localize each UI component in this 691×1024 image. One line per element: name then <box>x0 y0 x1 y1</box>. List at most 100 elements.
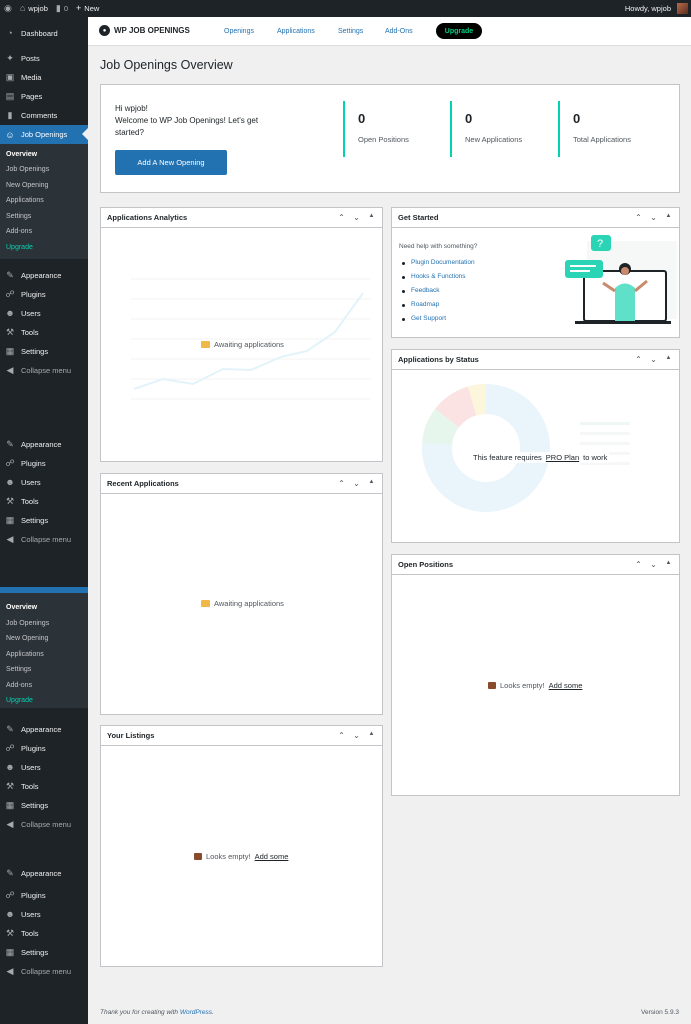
wrench-icon: ⚒ <box>5 781 15 791</box>
pro-plan-link[interactable]: PRO Plan <box>546 453 579 462</box>
panel-title: Get Started <box>398 213 439 222</box>
toggle-panel-icon[interactable]: ▲ <box>367 731 376 740</box>
menu-tools[interactable]: ⚒ Tools <box>0 924 88 942</box>
wp-logo-menu[interactable]: ◉ <box>0 0 16 17</box>
chevron-up-icon[interactable]: ⌃ <box>634 560 643 569</box>
add-some-link[interactable]: Add some <box>255 852 289 861</box>
menu-appearance[interactable]: ✎ Appearance <box>0 266 88 284</box>
menu-label: Dashboard <box>21 28 58 38</box>
new-content-menu[interactable]: + New <box>72 0 103 17</box>
site-name-menu[interactable]: ⌂ wpjob <box>16 0 52 17</box>
chevron-up-icon[interactable]: ⌃ <box>634 213 643 222</box>
nav-openings[interactable]: Openings <box>224 28 254 35</box>
notice-text: This feature requires <box>473 453 542 462</box>
toggle-panel-icon[interactable]: ▲ <box>664 560 673 569</box>
menu-plugins[interactable]: ☍ Plugins <box>0 886 88 904</box>
toggle-panel-icon[interactable]: ▲ <box>367 213 376 222</box>
chevron-down-icon[interactable]: ⌄ <box>352 479 361 488</box>
submenu-add-ons[interactable]: Add-ons <box>6 228 32 235</box>
nav-settings[interactable]: Settings <box>338 28 363 35</box>
menu-dashboard[interactable]: ◔ Dashboard <box>0 24 88 42</box>
submenu-upgrade[interactable]: Upgrade <box>6 697 33 704</box>
menu-users[interactable]: ☻ Users <box>0 304 88 322</box>
menu-tools[interactable]: ⚒ Tools <box>0 492 88 510</box>
chevron-down-icon[interactable]: ⌄ <box>649 355 658 364</box>
link-hooks-functions[interactable]: Hooks & Functions <box>402 273 475 280</box>
wrench-icon: ⚒ <box>5 496 15 506</box>
chevron-up-icon[interactable]: ⌃ <box>337 731 346 740</box>
menu-plugins[interactable]: ☍ Plugins <box>0 454 88 472</box>
job-openings-icon: ☺ <box>5 129 15 140</box>
menu-tools[interactable]: ⚒ Tools <box>0 323 88 341</box>
collapse-menu[interactable]: ◀ Collapse menu <box>0 962 88 980</box>
chevron-up-icon[interactable]: ⌃ <box>337 479 346 488</box>
menu-label: Pages <box>21 91 43 101</box>
menu-settings[interactable]: ▦ Settings <box>0 796 88 814</box>
add-new-opening-button[interactable]: Add A New Opening <box>115 150 227 175</box>
menu-label: Users <box>21 909 41 919</box>
upgrade-button[interactable]: Upgrade <box>436 23 482 39</box>
menu-users[interactable]: ☻ Users <box>0 905 88 923</box>
chevron-up-icon[interactable]: ⌃ <box>337 213 346 222</box>
toggle-panel-icon[interactable]: ▲ <box>664 355 673 364</box>
submenu-add-ons[interactable]: Add-ons <box>6 682 32 689</box>
menu-plugins[interactable]: ☍ Plugins <box>0 285 88 303</box>
collapse-menu[interactable]: ◀ Collapse menu <box>0 361 88 379</box>
menu-label: Settings <box>21 515 49 525</box>
link-get-support[interactable]: Get Support <box>402 315 475 322</box>
menu-appearance[interactable]: ✎ Appearance <box>0 720 88 738</box>
menu-label: Users <box>21 762 41 772</box>
menu-appearance[interactable]: ✎ Appearance <box>0 435 88 453</box>
menu-settings[interactable]: ▦ Settings <box>0 511 88 529</box>
avatar <box>677 3 688 14</box>
account-menu[interactable]: Howdy, wpjob <box>621 0 691 17</box>
submenu-new-opening[interactable]: New Opening <box>6 635 48 642</box>
toggle-panel-icon[interactable]: ▲ <box>367 479 376 488</box>
menu-settings[interactable]: ▦ Settings <box>0 342 88 360</box>
chevron-down-icon[interactable]: ⌄ <box>352 731 361 740</box>
welcome-text: Hi wpjob! Welcome to WP Job Openings! Le… <box>115 103 285 139</box>
stat-value: 0 <box>358 111 366 126</box>
menu-plugins[interactable]: ☍ Plugins <box>0 739 88 757</box>
submenu-settings[interactable]: Settings <box>6 213 31 220</box>
comments-menu[interactable]: ▮ 0 <box>52 0 72 17</box>
submenu-upgrade[interactable]: Upgrade <box>6 244 33 251</box>
toggle-panel-icon[interactable]: ▲ <box>664 213 673 222</box>
menu-posts[interactable]: ✦ Posts <box>0 49 88 67</box>
analytics-panel: Applications Analytics ⌃ ⌄ ▲ Awaiting appl… <box>100 207 383 462</box>
submenu-new-opening[interactable]: New Opening <box>6 182 48 189</box>
submenu-job-openings[interactable]: Job Openings <box>6 620 49 627</box>
briefcase-icon <box>488 682 496 689</box>
submenu-applications[interactable]: Applications <box>6 197 44 204</box>
link-roadmap[interactable]: Roadmap <box>402 301 475 308</box>
menu-job-openings[interactable]: ☺ Job Openings <box>0 125 88 144</box>
menu-media[interactable]: ▣ Media <box>0 68 88 86</box>
wordpress-link[interactable]: WordPress <box>180 1009 212 1016</box>
nav-applications[interactable]: Applications <box>277 28 315 35</box>
submenu-applications[interactable]: Applications <box>6 651 44 658</box>
brush-icon: ✎ <box>6 270 14 280</box>
add-some-link[interactable]: Add some <box>549 681 583 690</box>
chevron-down-icon[interactable]: ⌄ <box>352 213 361 222</box>
collapse-menu[interactable]: ◀ Collapse menu <box>0 815 88 833</box>
menu-pages[interactable]: ▤ Pages <box>0 87 88 105</box>
link-feedback[interactable]: Feedback <box>402 287 475 294</box>
menu-users[interactable]: ☻ Users <box>0 473 88 491</box>
chevron-down-icon[interactable]: ⌄ <box>649 560 658 569</box>
stat-value: 0 <box>573 111 581 126</box>
submenu-overview[interactable]: Overview <box>6 604 37 611</box>
submenu-job-openings[interactable]: Job Openings <box>6 166 49 173</box>
chevron-up-icon[interactable]: ⌃ <box>634 355 643 364</box>
submenu-settings[interactable]: Settings <box>6 666 31 673</box>
menu-settings[interactable]: ▦ Settings <box>0 943 88 961</box>
menu-appearance-partial[interactable]: ✎ Appearance <box>0 868 88 878</box>
chevron-down-icon[interactable]: ⌄ <box>649 213 658 222</box>
menu-tools[interactable]: ⚒ Tools <box>0 777 88 795</box>
nav-add-ons[interactable]: Add-Ons <box>385 28 413 35</box>
link-plugin-documentation[interactable]: Plugin Documentation <box>402 259 475 266</box>
menu-users[interactable]: ☻ Users <box>0 758 88 776</box>
menu-comments[interactable]: ▮ Comments <box>0 106 88 124</box>
open-positions-panel: Open Positions ⌃ ⌄ ▲ Looks empty! Add some <box>391 554 680 796</box>
submenu-overview[interactable]: Overview <box>6 151 37 158</box>
collapse-menu[interactable]: ◀ Collapse menu <box>0 530 88 548</box>
